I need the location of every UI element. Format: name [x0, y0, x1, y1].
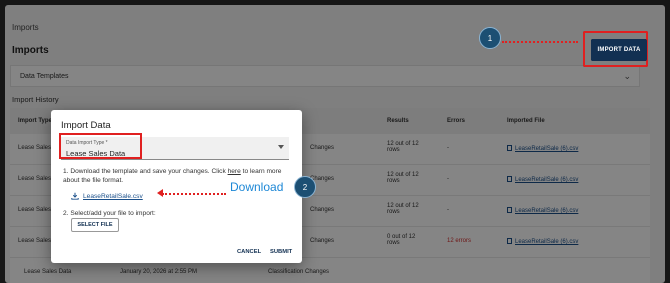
step-2-instructions: 2. Select/add your file to import: [63, 210, 156, 217]
download-icon[interactable] [71, 192, 79, 200]
submit-button[interactable]: SUBMIT [270, 249, 292, 255]
learn-more-link[interactable]: here [228, 168, 241, 175]
template-download[interactable]: LeaseRetailSale.csv [71, 192, 143, 200]
annotation-arrow-2 [162, 193, 226, 195]
import-data-button[interactable]: IMPORT DATA [591, 39, 647, 61]
download-annotation-label: Download [230, 180, 284, 194]
dialog-title: Import Data [61, 120, 111, 131]
caret-down-icon[interactable] [278, 145, 284, 149]
step-2-badge: 2 [294, 176, 316, 198]
cancel-button[interactable]: CANCEL [237, 249, 261, 255]
step-1-text: 1. Download the template and save your c… [63, 168, 228, 175]
select-file-button[interactable]: SELECT FILE [71, 218, 119, 232]
step-1-badge: 1 [479, 27, 501, 49]
template-download-link[interactable]: LeaseRetailSale.csv [83, 193, 143, 200]
annotation-arrow-1 [502, 41, 578, 43]
select-highlight [59, 133, 142, 159]
arrow-left-icon [157, 189, 163, 197]
